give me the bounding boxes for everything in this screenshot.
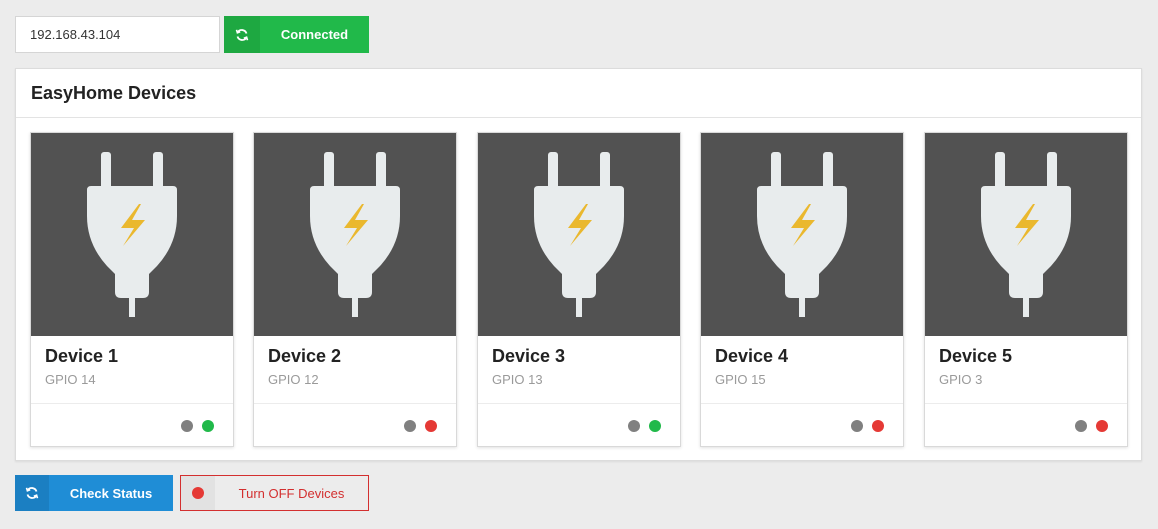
plug-icon: [701, 133, 903, 336]
device-card-2[interactable]: Device 2 GPIO 12: [253, 132, 457, 447]
plug-icon: [925, 133, 1127, 336]
status-indicator-red[interactable]: [1096, 420, 1108, 432]
device-status: [701, 403, 903, 447]
device-status: [31, 403, 233, 447]
device-gpio: GPIO 12: [268, 372, 319, 387]
device-card-4[interactable]: Device 4 GPIO 15: [700, 132, 904, 447]
device-card-5[interactable]: Device 5 GPIO 3: [924, 132, 1128, 447]
turn-off-devices-button[interactable]: Turn OFF Devices: [180, 475, 369, 511]
device-gpio: GPIO 3: [939, 372, 983, 387]
plug-icon: [478, 133, 680, 336]
device-card-3[interactable]: Device 3 GPIO 13: [477, 132, 681, 447]
device-status: [925, 403, 1127, 447]
device-gpio: GPIO 15: [715, 372, 766, 387]
status-indicator-red[interactable]: [872, 420, 884, 432]
connected-label: Connected: [280, 27, 349, 42]
plug-icon: [31, 133, 233, 336]
connection-bar: Connected: [15, 16, 369, 53]
status-indicator-green[interactable]: [202, 420, 214, 432]
plug-icon: [254, 133, 456, 336]
device-name: Device 3: [492, 346, 566, 366]
check-status-label: Check Status: [69, 485, 153, 501]
device-name: Device 1: [45, 346, 119, 366]
check-status-button[interactable]: Check Status: [15, 475, 173, 511]
devices-panel: EasyHome Devices Device 1 GPIO 14 Device…: [15, 68, 1142, 461]
panel-title: EasyHome Devices: [16, 69, 1141, 118]
device-gpio: GPIO 14: [45, 372, 96, 387]
device-status: [254, 403, 456, 447]
refresh-icon: [224, 16, 260, 53]
device-name: Device 2: [268, 346, 342, 366]
status-indicator-gray[interactable]: [181, 420, 193, 432]
turn-off-label: Turn OFF Devices: [238, 485, 345, 501]
status-indicator-red[interactable]: [425, 420, 437, 432]
device-name: Device 5: [939, 346, 1013, 366]
status-indicator-gray[interactable]: [1075, 420, 1087, 432]
ip-address-input[interactable]: [15, 16, 220, 53]
status-indicator-green[interactable]: [649, 420, 661, 432]
device-status: [478, 403, 680, 447]
device-gpio: GPIO 13: [492, 372, 543, 387]
connected-button[interactable]: Connected: [224, 16, 369, 53]
action-bar: Check Status Turn OFF Devices: [15, 475, 369, 511]
refresh-icon: [15, 475, 49, 511]
status-indicator-gray[interactable]: [628, 420, 640, 432]
red-dot-icon: [181, 476, 215, 510]
device-card-1[interactable]: Device 1 GPIO 14: [30, 132, 234, 447]
status-indicator-gray[interactable]: [851, 420, 863, 432]
device-name: Device 4: [715, 346, 789, 366]
status-indicator-gray[interactable]: [404, 420, 416, 432]
